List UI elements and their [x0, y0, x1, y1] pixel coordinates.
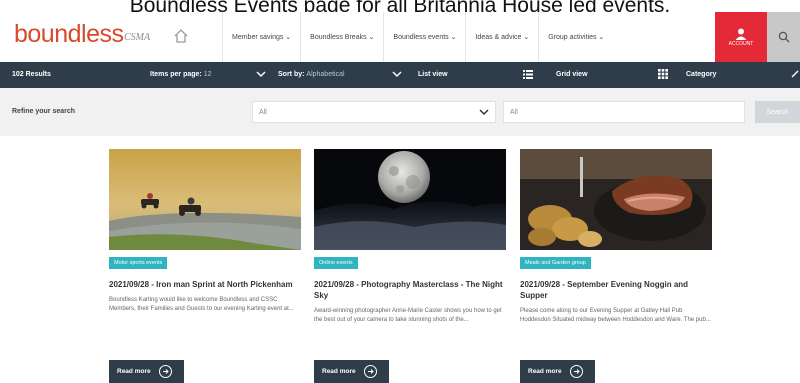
event-card: Online events 2021/09/28 - Photography M… [314, 149, 506, 383]
event-image-karting[interactable] [109, 149, 301, 250]
grid-view-label[interactable]: Grid view [556, 71, 588, 78]
chevron-icon[interactable] [790, 69, 800, 79]
read-more-label: Read more [528, 368, 562, 375]
event-image-roast[interactable] [520, 149, 712, 250]
results-toolbar: 102 Results Items per page: 12 Sort by: … [0, 62, 800, 88]
category-select[interactable]: All [252, 101, 496, 123]
items-per-page-select[interactable]: Items per page: 12 [150, 71, 212, 78]
chevron-down-icon[interactable] [256, 69, 266, 79]
event-card: Motor sports events 2021/09/28 - Iron ma… [109, 149, 301, 383]
category-tag[interactable]: Motor sports events [109, 257, 168, 269]
read-more-button[interactable]: Read more [109, 360, 184, 383]
account-label: ACCOUNT [728, 41, 754, 47]
read-more-button[interactable]: Read more [314, 360, 389, 383]
grid-view-icon[interactable] [658, 69, 668, 79]
search-icon [778, 31, 789, 43]
user-icon [735, 28, 747, 40]
header-search-button[interactable] [767, 12, 800, 62]
event-description: Boundless Karting would like to welcome … [109, 297, 294, 312]
event-title[interactable]: 2021/09/28 - September Evening Noggin an… [520, 279, 712, 301]
event-card: Meals and Garden group 2021/09/28 - Sept… [520, 149, 712, 383]
event-description: Please come along to our Evening Supper … [520, 308, 711, 323]
category-filter[interactable]: Category [686, 71, 716, 78]
nav-boundless-events[interactable]: Boundless events ⌄ [383, 12, 465, 62]
main-menu: Member savings ⌄ Boundless Breaks ⌄ Boun… [222, 12, 613, 62]
event-image-moon[interactable] [314, 149, 506, 250]
account-button[interactable]: ACCOUNT [715, 12, 767, 62]
chevron-down-icon[interactable] [392, 69, 402, 79]
list-view-label[interactable]: List view [418, 71, 448, 78]
category-tag[interactable]: Meals and Garden group [520, 257, 591, 269]
read-more-label: Read more [117, 368, 151, 375]
nav-ideas-advice[interactable]: Ideas & advice ⌄ [465, 12, 538, 62]
brand-sub-logo: CSMA [124, 32, 151, 43]
nav-boundless-breaks[interactable]: Boundless Breaks ⌄ [300, 12, 383, 62]
results-count: 102 Results [12, 71, 51, 78]
category-tag[interactable]: Online events [314, 257, 358, 269]
brand-logo[interactable]: boundless [14, 20, 124, 49]
chevron-down-icon [479, 109, 489, 116]
location-input[interactable]: All [503, 101, 745, 123]
arrow-right-icon [569, 365, 583, 378]
read-more-button[interactable]: Read more [520, 360, 595, 383]
home-icon[interactable] [172, 27, 190, 45]
read-more-label: Read more [322, 368, 356, 375]
event-title[interactable]: 2021/09/28 - Photography Masterclass - T… [314, 279, 506, 301]
nav-group-activities[interactable]: Group activities ⌄ [538, 12, 613, 62]
arrow-right-icon [158, 365, 172, 378]
event-description: Award-winning photographer Anne-Marie Ca… [314, 308, 502, 323]
search-button[interactable]: Search [755, 101, 800, 123]
refine-search-bar: Refine your search All All Search [0, 88, 800, 136]
arrow-right-icon [363, 365, 377, 378]
event-title[interactable]: 2021/09/28 - Iron man Sprint at North Pi… [109, 279, 301, 290]
sort-by-select[interactable]: Sort by: Alphabetical [278, 71, 345, 78]
nav-member-savings[interactable]: Member savings ⌄ [222, 12, 300, 62]
refine-label: Refine your search [12, 108, 76, 115]
list-view-icon[interactable] [523, 69, 533, 79]
top-navigation: boundless CSMA Member savings ⌄ Boundles… [0, 12, 800, 62]
